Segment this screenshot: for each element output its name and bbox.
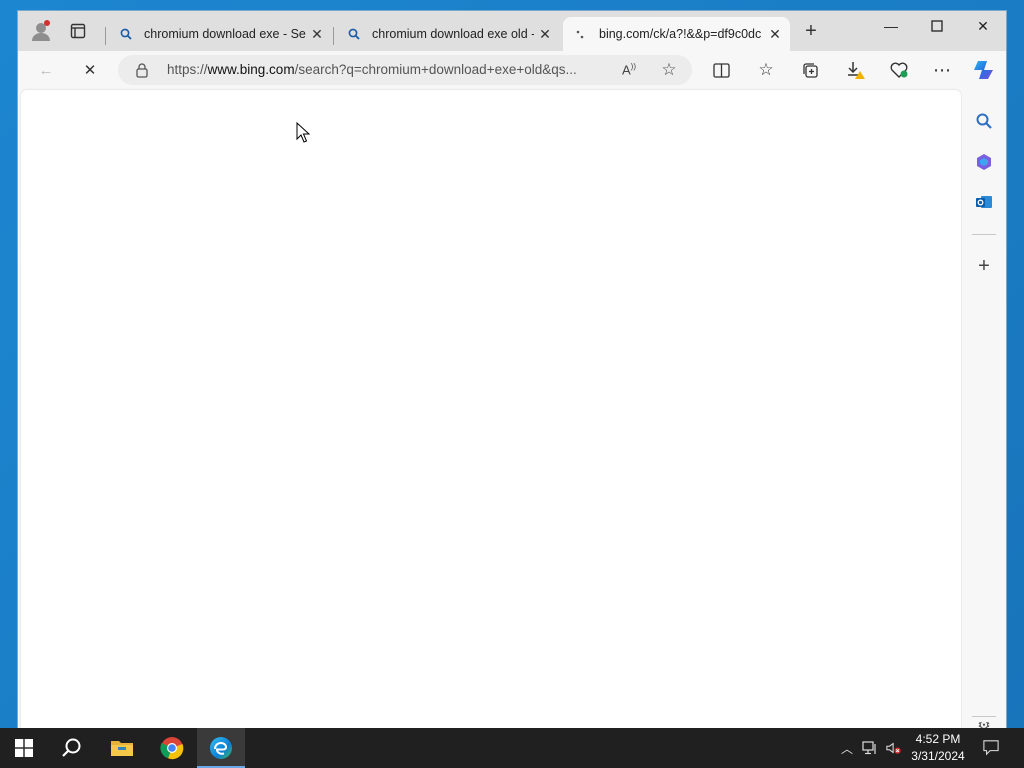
loading-icon <box>573 26 589 42</box>
plus-icon: + <box>978 254 990 277</box>
outlook-icon <box>976 196 992 208</box>
close-tab-icon[interactable]: ✕ <box>764 23 786 45</box>
sidebar-add-button[interactable]: + <box>972 254 996 278</box>
start-button[interactable] <box>0 728 48 768</box>
navigation-toolbar: ← ✕ https://www.bing.com/search?q=chromi… <box>18 51 1006 89</box>
page-content[interactable] <box>21 90 961 728</box>
sidebar-outlook-button[interactable] <box>972 190 996 214</box>
taskbar-clock[interactable]: 4:52 PM 3/31/2024 <box>900 731 976 765</box>
browser-window: chromium download exe - Sea ✕ chromium d… <box>18 11 1006 728</box>
search-icon <box>118 26 134 42</box>
downloads-button[interactable] <box>840 56 870 84</box>
network-icon <box>862 741 876 755</box>
close-tab-icon[interactable]: ✕ <box>534 23 556 45</box>
taskbar-file-explorer[interactable] <box>98 728 146 768</box>
close-icon: ✕ <box>83 62 97 79</box>
tab-title: bing.com/ck/a?!&&p=df9c0dc <box>599 27 762 41</box>
maximize-icon <box>931 20 943 32</box>
back-button[interactable]: ← <box>31 56 61 84</box>
file-explorer-icon <box>111 741 133 756</box>
action-center-button[interactable] <box>983 739 999 755</box>
taskbar-chrome[interactable] <box>148 728 196 768</box>
search-icon <box>346 26 362 42</box>
taskbar-edge[interactable] <box>197 728 245 768</box>
office-icon <box>977 154 991 170</box>
tab-actions-button[interactable] <box>63 17 93 45</box>
search-icon <box>62 738 81 757</box>
tab-2[interactable]: chromium download exe old - ✕ <box>336 17 560 51</box>
favorites-icon: ☆ <box>758 60 774 79</box>
split-screen-icon <box>712 62 730 78</box>
start-icon <box>15 739 33 757</box>
edge-icon <box>210 737 232 759</box>
close-tab-icon[interactable]: ✕ <box>306 23 328 45</box>
sidebar-divider <box>972 716 996 717</box>
url-prefix: https:// <box>167 62 208 77</box>
tab-strip: chromium download exe - Sea ✕ chromium d… <box>18 11 1006 51</box>
settings-more-button[interactable]: ⋯ <box>927 56 957 84</box>
read-aloud-icon: A)) <box>622 62 636 78</box>
plus-icon: + <box>805 19 817 42</box>
address-bar[interactable]: https://www.bing.com/search?q=chromium+d… <box>118 55 692 85</box>
heart-pulse-icon <box>890 62 908 78</box>
collections-button[interactable] <box>795 56 825 84</box>
lock-icon <box>136 63 148 78</box>
profile-icon <box>32 20 50 41</box>
tab-title: chromium download exe old - <box>372 27 534 41</box>
tab-actions-icon <box>70 23 86 39</box>
sidebar-office-button[interactable] <box>972 150 996 174</box>
favorite-button[interactable]: ☆ <box>658 60 680 80</box>
minimize-button[interactable]: — <box>868 11 914 41</box>
search-icon <box>976 113 992 129</box>
tab-separator <box>105 27 106 45</box>
mouse-cursor-icon <box>296 122 310 143</box>
browser-essentials-button[interactable] <box>884 56 914 84</box>
clock-date: 3/31/2024 <box>911 749 965 763</box>
edge-sidebar: + ⚙ <box>962 90 1006 728</box>
url-host: www.bing.com <box>207 62 295 77</box>
tab-title: chromium download exe - Sea <box>144 27 306 41</box>
collections-icon <box>802 62 818 78</box>
split-screen-button[interactable] <box>706 56 736 84</box>
maximize-button[interactable] <box>914 11 960 41</box>
copilot-button[interactable] <box>969 56 999 84</box>
tab-1[interactable]: chromium download exe - Sea ✕ <box>108 17 332 51</box>
minimize-icon: — <box>884 18 898 34</box>
new-tab-button[interactable]: + <box>796 17 826 45</box>
close-icon: ✕ <box>977 17 989 34</box>
sidebar-search-button[interactable] <box>972 109 996 133</box>
profile-button[interactable] <box>26 17 56 45</box>
back-arrow-icon: ← <box>38 61 54 79</box>
more-icon: ⋯ <box>933 59 951 80</box>
network-tray-button[interactable] <box>862 740 878 756</box>
taskbar: ︿ 4:52 PM 3/31/2024 <box>0 728 1024 768</box>
close-window-button[interactable]: ✕ <box>960 11 1006 41</box>
url-text[interactable]: https://www.bing.com/search?q=chromium+d… <box>167 62 607 77</box>
favorites-button[interactable]: ☆ <box>751 56 781 84</box>
tab-separator <box>333 27 334 45</box>
stop-loading-button[interactable]: ✕ <box>75 56 105 84</box>
sidebar-divider <box>972 234 996 235</box>
tab-3-active[interactable]: bing.com/ck/a?!&&p=df9c0dc ✕ <box>563 17 790 51</box>
chevron-up-icon: ︿ <box>840 741 853 756</box>
star-icon: ☆ <box>661 60 677 79</box>
url-path: /search?q=chromium+download+exe+old&qs..… <box>294 62 577 77</box>
download-warning-icon <box>848 62 865 79</box>
show-hidden-icons-button[interactable]: ︿ <box>839 740 855 756</box>
clock-time: 4:52 PM <box>915 732 961 746</box>
notification-icon <box>983 739 999 755</box>
read-aloud-button[interactable]: A)) <box>618 60 640 80</box>
copilot-icon <box>974 61 993 79</box>
chrome-icon <box>160 737 184 760</box>
taskbar-search-button[interactable] <box>48 728 96 768</box>
